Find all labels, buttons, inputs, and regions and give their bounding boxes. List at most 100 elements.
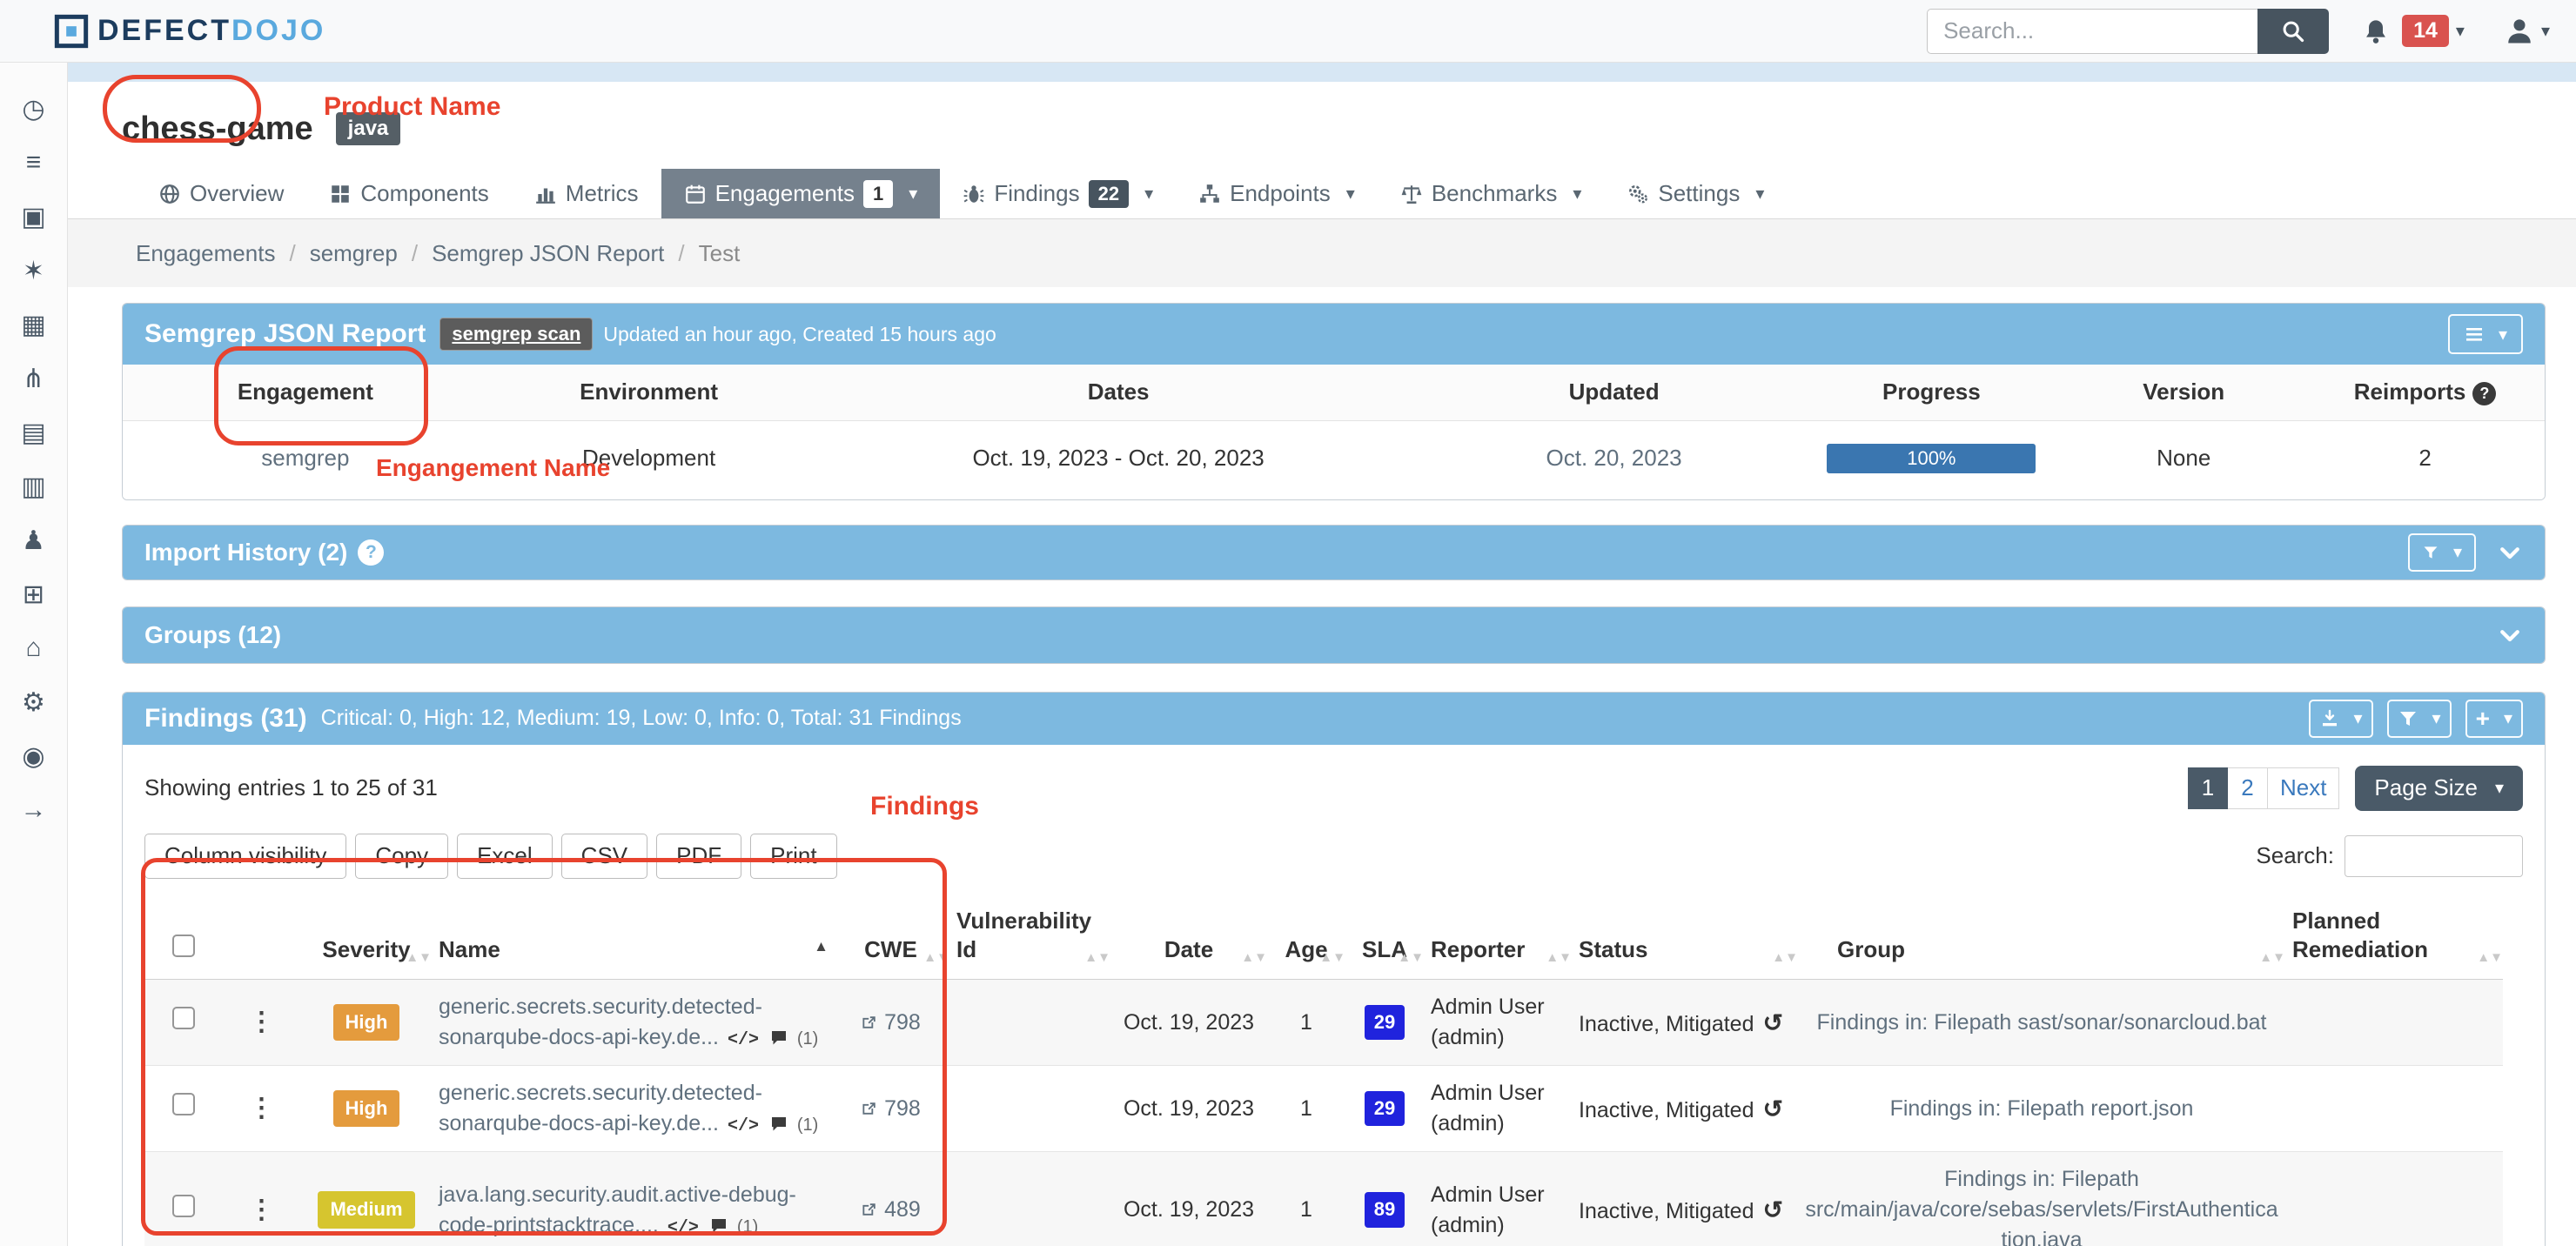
page-2-button[interactable]: 2 bbox=[2228, 767, 2268, 809]
name-header[interactable]: Name▲ bbox=[432, 900, 832, 980]
notifications-bell[interactable] bbox=[2362, 17, 2390, 45]
product-name: chess-game bbox=[122, 111, 313, 148]
import-history-collapse-icon[interactable] bbox=[2497, 539, 2523, 566]
cwe-link[interactable]: 798 bbox=[861, 1096, 921, 1121]
group-link[interactable]: Findings in: Filepath src/main/java/core… bbox=[1805, 1167, 2277, 1246]
engagements-count-badge: 1 bbox=[863, 180, 893, 208]
import-history-help-icon[interactable]: ? bbox=[358, 539, 384, 566]
signout-icon[interactable]: → bbox=[0, 783, 68, 837]
global-search-input[interactable] bbox=[1927, 9, 2257, 54]
findings-add-button[interactable]: + ▾ bbox=[2465, 700, 2523, 738]
import-history-filter-button[interactable]: ▾ bbox=[2408, 533, 2476, 572]
reporter-header[interactable]: Reporter▲▼ bbox=[1424, 900, 1572, 980]
severity-header[interactable]: Severity▲▼ bbox=[301, 900, 432, 980]
status-header[interactable]: Status▲▼ bbox=[1572, 900, 1798, 980]
history-icon[interactable]: ↺ bbox=[1763, 1196, 1783, 1223]
group-header[interactable]: Group▲▼ bbox=[1798, 900, 2285, 980]
engagement-link[interactable]: semgrep bbox=[261, 445, 349, 471]
reimports-help-icon[interactable]: ? bbox=[2472, 382, 2496, 405]
page-size-button[interactable]: Page Size ▾ bbox=[2355, 766, 2523, 811]
row-checkbox[interactable] bbox=[172, 1007, 195, 1029]
search-button[interactable] bbox=[2257, 9, 2329, 54]
tab-engagements[interactable]: Engagements 1 ▾ bbox=[661, 169, 941, 218]
table-search-input[interactable] bbox=[2345, 835, 2523, 877]
group-link[interactable]: Findings in: Filepath sast/sonar/sonarcl… bbox=[1817, 1010, 2267, 1035]
external-link-icon bbox=[861, 1100, 878, 1117]
column-visibility-button[interactable]: Column visibility bbox=[144, 834, 346, 879]
grid-icon[interactable]: ▦ bbox=[0, 298, 68, 352]
tab-overview[interactable]: Overview bbox=[136, 169, 306, 218]
severity-badge: Medium bbox=[318, 1191, 414, 1229]
row-actions-menu[interactable]: ⋮ bbox=[249, 1094, 276, 1122]
findings-download-button[interactable]: ▾ bbox=[2309, 700, 2373, 738]
chart-icon[interactable]: ▥ bbox=[0, 459, 68, 513]
import-history-header[interactable]: Import History (2) ? ▾ bbox=[123, 526, 2545, 579]
import-history-title: Import History (2) bbox=[144, 539, 347, 566]
history-icon[interactable]: ↺ bbox=[1763, 1009, 1783, 1036]
tab-endpoints[interactable]: Endpoints ▾ bbox=[1176, 169, 1378, 218]
scan-type-badge[interactable]: semgrep scan bbox=[439, 318, 593, 351]
list-icon[interactable]: ≡ bbox=[0, 136, 68, 190]
tab-metrics[interactable]: Metrics bbox=[512, 169, 661, 218]
groups-header[interactable]: Groups (12) bbox=[123, 607, 2545, 663]
cwe-header[interactable]: CWE▲▼ bbox=[832, 900, 949, 980]
tab-settings[interactable]: Settings ▾ bbox=[1604, 169, 1787, 218]
breadcrumb-report[interactable]: Semgrep JSON Report bbox=[432, 240, 664, 267]
tab-benchmarks[interactable]: Benchmarks ▾ bbox=[1378, 169, 1605, 218]
row-checkbox[interactable] bbox=[172, 1195, 195, 1217]
row-checkbox[interactable] bbox=[172, 1093, 195, 1115]
test-menu-button[interactable]: ▾ bbox=[2448, 314, 2523, 354]
calendar-icon[interactable]: ⊞ bbox=[0, 567, 68, 621]
breadcrumb-semgrep[interactable]: semgrep bbox=[310, 240, 398, 267]
date-header[interactable]: Date▲▼ bbox=[1110, 900, 1267, 980]
row-actions-menu[interactable]: ⋮ bbox=[249, 1008, 276, 1036]
defectdojo-logo[interactable]: DEFECTDOJO bbox=[54, 14, 325, 49]
code-icon: </> bbox=[667, 1218, 699, 1238]
external-link-icon bbox=[861, 1014, 878, 1031]
row-actions-menu[interactable]: ⋮ bbox=[249, 1196, 276, 1224]
history-icon[interactable]: ↺ bbox=[1763, 1095, 1783, 1122]
print-button[interactable]: Print bbox=[750, 834, 836, 879]
findings-filter-button[interactable]: ▾ bbox=[2387, 700, 2452, 738]
breadcrumb-current: Test bbox=[699, 240, 741, 267]
cwe-link[interactable]: 798 bbox=[861, 1010, 921, 1035]
sitemap-icon[interactable]: ⋔ bbox=[0, 352, 68, 405]
pdf-button[interactable]: PDF bbox=[656, 834, 741, 879]
dashboard-icon[interactable]: ◷ bbox=[0, 82, 68, 136]
cwe-link[interactable]: 489 bbox=[861, 1197, 921, 1222]
comment-icon bbox=[770, 1115, 788, 1133]
sla-header[interactable]: SLA▲▼ bbox=[1345, 900, 1424, 980]
group-link[interactable]: Findings in: Filepath report.json bbox=[1890, 1096, 2194, 1121]
next-page-button[interactable]: Next bbox=[2268, 767, 2339, 809]
age-header[interactable]: Age▲▼ bbox=[1267, 900, 1345, 980]
user-menu[interactable]: ▾ bbox=[2505, 17, 2550, 46]
select-all-header[interactable] bbox=[144, 900, 223, 980]
tab-components[interactable]: Components bbox=[306, 169, 511, 218]
left-sidebar: ◷ ≡ ▣ ✶ ▦ ⋔ ▤ ▥ ♟ ⊞ ⌂ ⚙ ◉ → bbox=[0, 63, 68, 1246]
inbox-icon[interactable]: ▣ bbox=[0, 190, 68, 244]
groups-collapse-icon[interactable] bbox=[2497, 622, 2523, 648]
excel-button[interactable]: Excel bbox=[457, 834, 553, 879]
copy-button[interactable]: Copy bbox=[355, 834, 448, 879]
findings-stats: Critical: 0, High: 12, Medium: 19, Low: … bbox=[321, 706, 962, 731]
user-icon[interactable]: ♟ bbox=[0, 513, 68, 567]
csv-button[interactable]: CSV bbox=[561, 834, 647, 879]
support-icon[interactable]: ◉ bbox=[0, 729, 68, 783]
gear-icon[interactable]: ⚙ bbox=[0, 675, 68, 729]
building-icon[interactable]: ⌂ bbox=[0, 621, 68, 675]
page-1-button[interactable]: 1 bbox=[2188, 767, 2228, 809]
planned-remediation-header[interactable]: Planned Remediation▲▼ bbox=[2285, 900, 2503, 980]
notification-count-badge[interactable]: 14 bbox=[2402, 15, 2449, 47]
bug-icon[interactable]: ✶ bbox=[0, 244, 68, 298]
breadcrumb-engagements[interactable]: Engagements bbox=[136, 240, 275, 267]
tab-findings[interactable]: Findings 22 ▾ bbox=[940, 169, 1176, 218]
date-cell: Oct. 19, 2023 bbox=[1110, 980, 1267, 1066]
vuln-id-cell bbox=[949, 980, 1110, 1066]
finding-name-link[interactable]: generic.secrets.security.detected-sonarq… bbox=[439, 995, 762, 1049]
updated-link[interactable]: Oct. 20, 2023 bbox=[1546, 445, 1682, 471]
vuln-id-header[interactable]: Vulnerability Id▲▼ bbox=[949, 900, 1110, 980]
file-icon[interactable]: ▤ bbox=[0, 405, 68, 459]
findings-header-row: Severity▲▼ Name▲ CWE▲▼ Vulnerability Id▲… bbox=[144, 900, 2503, 980]
finding-name-link[interactable]: generic.secrets.security.detected-sonarq… bbox=[439, 1081, 762, 1135]
select-all-checkbox[interactable] bbox=[172, 934, 195, 957]
